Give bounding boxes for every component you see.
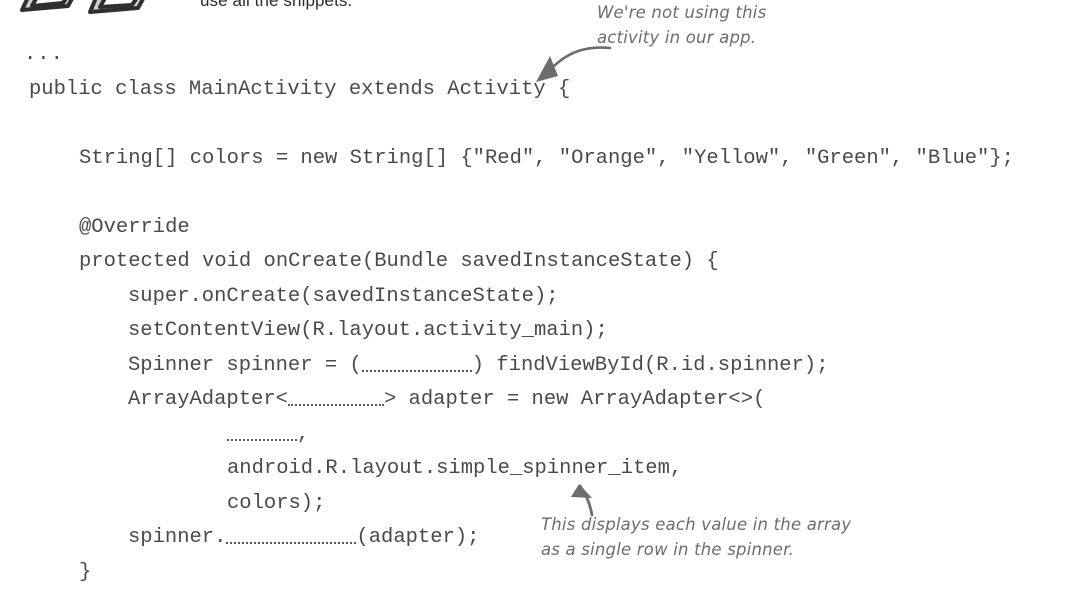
- fill-in-blank[interactable]: [287, 389, 384, 406]
- annotation-top: We're not using this activity in our app…: [597, 3, 767, 47]
- code-text: (adapter);: [356, 526, 480, 549]
- code-line: protected void onCreate(Bundle savedInst…: [79, 250, 719, 273]
- textbook-page: use all the snippets. ... public class Ma…: [0, 0, 1078, 595]
- fill-in-blank[interactable]: [226, 527, 357, 544]
- code-line: android.R.layout.simple_spinner_item,: [227, 457, 683, 480]
- code-line: ,: [0, 418, 1078, 453]
- code-text: spinner.: [128, 526, 227, 549]
- code-block: ... public class MainActivity extends Act…: [0, 38, 1078, 590]
- curved-arrow-down-left-icon: [528, 42, 612, 84]
- arrow-up-icon: [566, 482, 614, 517]
- code-text: ArrayAdapter<: [128, 388, 288, 411]
- fill-in-blank[interactable]: [361, 355, 472, 372]
- code-line: ArrayAdapter< > adapter = new ArrayAdapte…: [0, 383, 1078, 418]
- code-line: String[] colors = new String[] {"Red", "…: [79, 146, 1014, 170]
- code-text: ) findViewById(R.id.spinner);: [471, 353, 829, 377]
- intro-text: use all the snippets.: [200, 0, 353, 10]
- code-line: super.onCreate(savedInstanceState);: [128, 284, 559, 308]
- code-text: Spinner spinner = (: [128, 353, 362, 377]
- code-line: colors);: [227, 491, 326, 515]
- code-line: spinner. (adapter);: [0, 521, 1078, 556]
- code-text: > adapter = new ArrayAdapter<>(: [383, 388, 766, 411]
- code-line: @Override: [79, 215, 190, 239]
- code-line: setContentView(R.layout.activity_main);: [128, 319, 608, 342]
- annotation-bottom: This displays each value in the array as…: [541, 515, 852, 559]
- code-text: ,: [297, 422, 310, 446]
- code-line: Spinner spinner = ( ) findViewById(R.id.s…: [0, 349, 1078, 384]
- code-line: }: [79, 560, 92, 584]
- paperclips-icon: [8, 0, 178, 34]
- fill-in-blank[interactable]: [227, 424, 297, 441]
